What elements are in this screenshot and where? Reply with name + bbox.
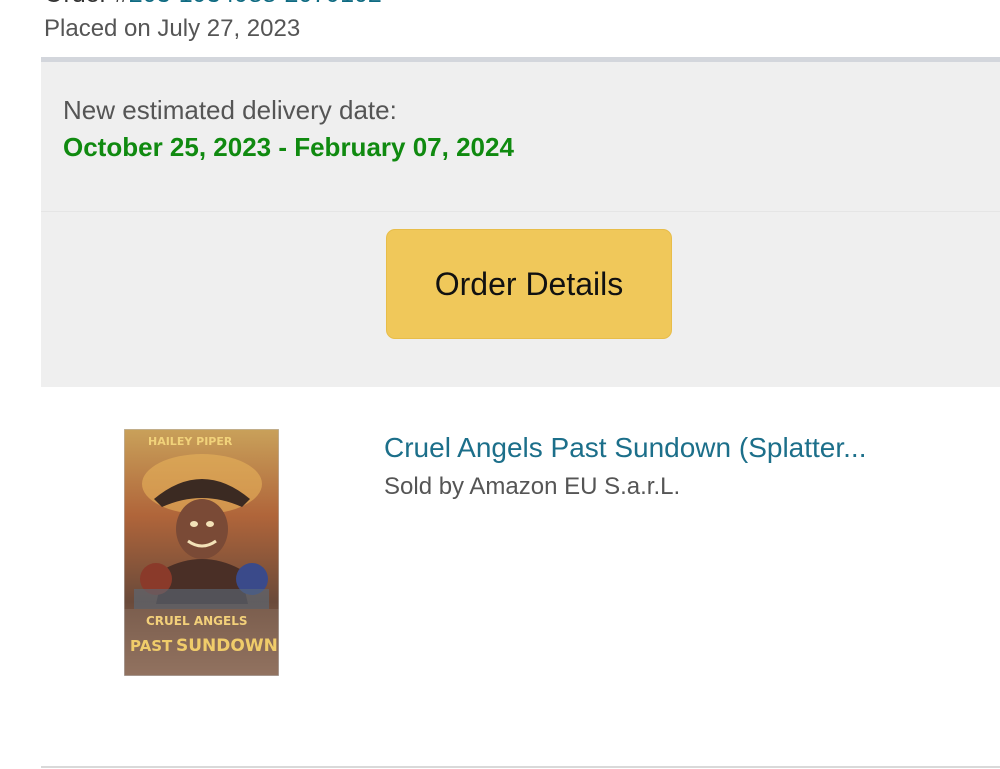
cover-title-past: PAST [130,637,173,655]
card-divider [41,211,1000,212]
order-number-label: Order # [44,0,129,8]
item-title-link[interactable]: Cruel Angels Past Sundown (Splatter... [384,432,867,464]
estimated-delivery-label: New estimated delivery date: [63,95,397,125]
order-number: Order #203-1934988-2079102 [44,0,382,9]
cover-title-sundown: SUNDOWN [176,636,278,656]
order-status-card: New estimated delivery date: October 25,… [41,57,1000,387]
order-number-link[interactable]: 203-1934988-2079102 [129,0,382,8]
estimated-delivery-dates: October 25, 2023 - February 07, 2024 [63,132,514,162]
order-details-button[interactable]: Order Details [386,229,672,339]
cover-title-line1: CRUEL ANGELS [146,614,247,628]
order-placed-date: Placed on July 27, 2023 [44,15,301,42]
book-cover-image[interactable]: HAILEY PIPER CRUEL ANGELS PAST SUNDOWN [124,429,279,676]
item-seller: Sold by Amazon EU S.a.r.L. [384,473,681,500]
bottom-divider [41,766,1000,768]
cover-author-text: HAILEY PIPER [148,435,233,448]
